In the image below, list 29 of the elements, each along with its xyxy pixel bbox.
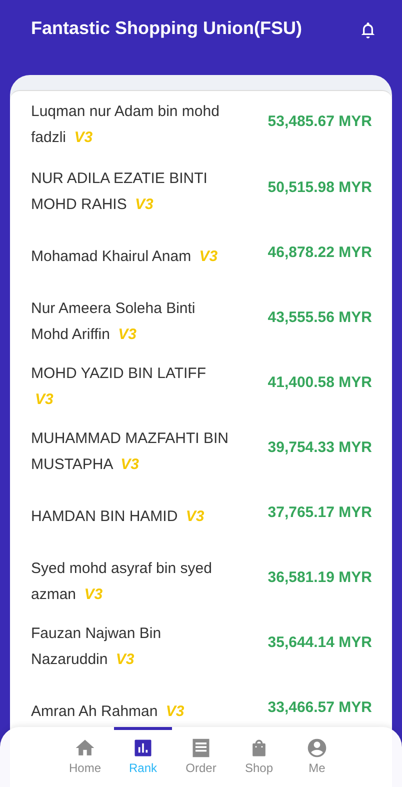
member-name: MOHD YAZID BIN LATIFF V3 [31, 364, 208, 410]
app-title: Fantastic Shopping Union(FSU) [31, 18, 302, 38]
tab-item[interactable]: Home [56, 727, 114, 787]
sales-amount: 37,765.17 MYR [268, 504, 372, 521]
member-name: Fauzan Najwan Bin Nazaruddin V3 [31, 624, 162, 670]
sales-amount: 33,466.57 MYR [268, 699, 372, 716]
sales-amount: 46,878.22 MYR [268, 244, 372, 261]
sales-amount: 39,754.33 MYR [268, 439, 372, 456]
sales-amount: 43,555.56 MYR [268, 309, 372, 326]
member-name: HAMDAN BIN HAMID V3 [31, 506, 206, 526]
sales-amount: 53,485.67 MYR [268, 112, 372, 130]
tab-item[interactable]: Shop [230, 727, 288, 787]
user-icon [306, 737, 328, 759]
member-name: Luqman nur Adam bin mohd fadzli V3 [31, 102, 220, 148]
member-name: Syed mohd asyraf bin syed azman V3 [31, 558, 213, 604]
member-name: NUR ADILA EZATIE BINTI MOHD RAHIS V3 [31, 168, 208, 214]
tab-item[interactable]: Me [288, 727, 346, 787]
bar-chart-icon [132, 737, 154, 759]
tab-item[interactable]: Rank [114, 727, 172, 787]
sales-amount: 41,400.58 MYR [268, 374, 372, 391]
sales-amount: 35,644.14 MYR [268, 634, 372, 651]
tab-item[interactable]: Order [172, 727, 230, 787]
sales-amount: 50,515.98 MYR [268, 179, 372, 196]
member-name: Mohamad Khairul Anam V3 [31, 246, 219, 266]
sales-amount: 36,581.19 MYR [268, 569, 372, 586]
member-name: MUHAMMAD MAZFAHTI BIN MUSTAPHA V3 [31, 428, 230, 474]
member-name: Nur Ameera Soleha Binti Mohd Ariffin V3 [31, 298, 196, 344]
receipt-icon [190, 737, 212, 759]
member-name: Amran Ah Rahman V3 [31, 702, 186, 722]
